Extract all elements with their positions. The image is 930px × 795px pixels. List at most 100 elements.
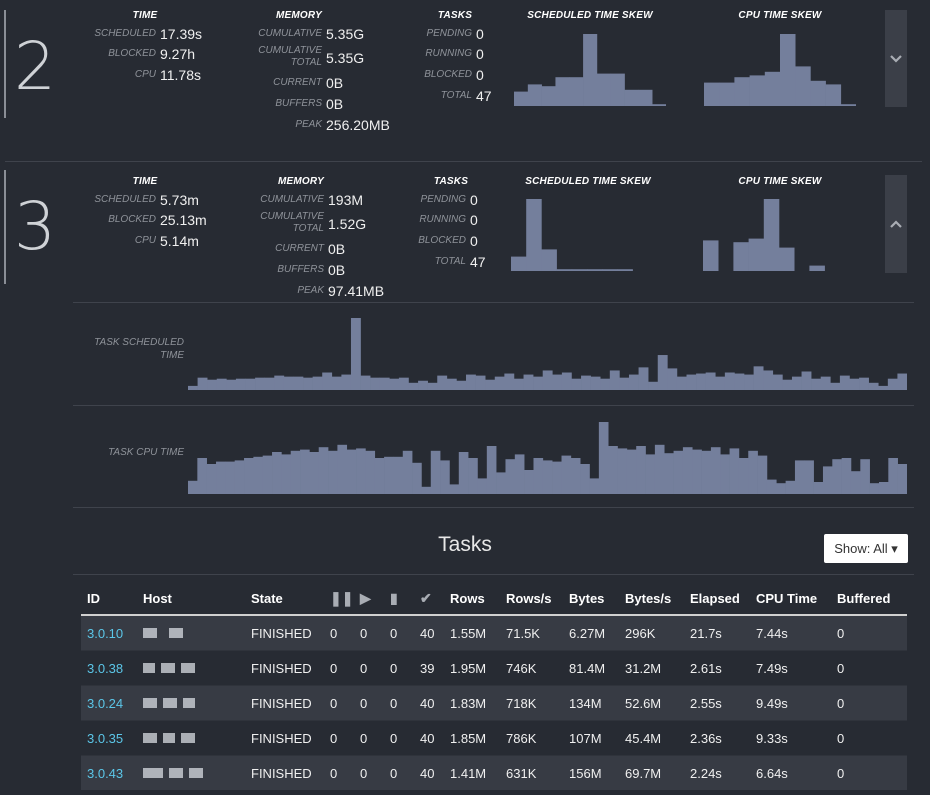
table-row[interactable]: 3.0.35 FINISHED 0 0 0 40 1.85M 786K 107M 45.4M 2.3… xyxy=(81,720,907,756)
histogram-bar xyxy=(446,378,457,390)
histogram-bar xyxy=(290,450,301,494)
histogram-bar xyxy=(360,375,371,390)
histogram-bar xyxy=(513,378,524,390)
histogram-bar xyxy=(283,376,294,390)
histogram-bar xyxy=(763,199,780,271)
task-state: FINISHED xyxy=(245,650,324,686)
task-cpu-time-chart xyxy=(188,422,907,494)
current-value: 0B xyxy=(328,241,346,257)
task-id-link[interactable]: 3.0.38 xyxy=(81,650,137,686)
histogram-bar xyxy=(617,448,628,494)
col-rows-per-sec[interactable]: Rows/s xyxy=(500,583,563,616)
stage-3-panel: 3 TIME SCHEDULED 5.73m BLOCKED 25.13m CP… xyxy=(0,166,922,306)
col-finished[interactable]: ✔ xyxy=(414,583,444,616)
cumulative-total-label: CUMULATIVE TOTAL xyxy=(258,45,322,68)
col-state[interactable]: State xyxy=(245,583,324,616)
histogram-bar xyxy=(811,378,822,390)
histogram-bar xyxy=(795,66,811,106)
task-id-link[interactable]: 3.0.43 xyxy=(81,755,137,790)
histogram-bar xyxy=(734,373,745,390)
task-rows: 1.85M xyxy=(444,720,500,756)
task-bytes: 107M xyxy=(563,720,619,756)
table-row[interactable]: 3.0.38 FINISHED 0 0 0 39 1.95M 746K 81.4M 31.2M 2.… xyxy=(81,650,907,686)
expand-toggle[interactable] xyxy=(885,175,907,273)
histogram-bar xyxy=(458,452,469,494)
table-header-row: ID Host State ❚❚ ▶ ▮ ✔ Rows Rows/s Bytes… xyxy=(81,583,907,616)
collapse-toggle[interactable] xyxy=(885,10,907,107)
task-buffered: 0 xyxy=(831,614,907,651)
histogram-bar xyxy=(748,450,758,494)
histogram-bar xyxy=(552,374,563,390)
task-bytes-per-sec: 31.2M xyxy=(619,650,684,686)
histogram-bar xyxy=(555,77,570,106)
col-elapsed[interactable]: Elapsed xyxy=(684,583,750,616)
task-queued: 0 xyxy=(324,755,354,790)
table-row[interactable]: 3.0.43 FINISHED 0 0 0 40 1.41M 631K 156M 69.7M 2.2… xyxy=(81,755,907,790)
col-queued[interactable]: ❚❚ xyxy=(324,583,354,616)
task-buffered: 0 xyxy=(831,650,907,686)
col-blocked[interactable]: ▮ xyxy=(384,583,414,616)
histogram-bar xyxy=(636,446,646,494)
task-id-link[interactable]: 3.0.10 xyxy=(81,614,137,651)
histogram-bar xyxy=(408,382,419,390)
task-rows-per-sec: 71.5K xyxy=(500,614,563,651)
histogram-bar xyxy=(188,480,198,494)
cpu-value: 5.14m xyxy=(160,233,199,249)
cpu-skew-chart xyxy=(704,34,856,106)
histogram-bar xyxy=(245,378,256,390)
histogram-bar xyxy=(561,455,572,494)
histogram-bar xyxy=(619,377,630,390)
task-id-link[interactable]: 3.0.35 xyxy=(81,720,137,756)
cumulative-total-value: 5.35G xyxy=(326,50,365,66)
histogram-bar xyxy=(692,449,702,494)
histogram-bar xyxy=(791,376,802,390)
histogram-bar xyxy=(524,470,534,494)
histogram-bar xyxy=(839,375,850,390)
histogram-bar xyxy=(638,367,649,390)
histogram-bar xyxy=(418,380,428,390)
table-row[interactable]: 3.0.24 FINISHED 0 0 0 40 1.83M 718K 134M 52.6M 2.5… xyxy=(81,685,907,721)
task-state: FINISHED xyxy=(245,720,324,756)
task-queued: 0 xyxy=(324,685,354,721)
col-bytes-per-sec[interactable]: Bytes/s xyxy=(619,583,684,616)
histogram-bar xyxy=(379,377,390,390)
histogram-bar xyxy=(682,447,693,494)
cpu-label: CPU xyxy=(134,235,156,246)
histogram-bar xyxy=(527,84,542,106)
show-filter-dropdown[interactable]: Show: All ▾ xyxy=(824,534,908,563)
col-id[interactable]: ID xyxy=(81,583,137,616)
col-cpu-time[interactable]: CPU Time xyxy=(750,583,831,616)
histogram-bar xyxy=(541,86,556,106)
histogram-bar xyxy=(766,479,777,494)
task-scheduled-time-label: TASK SCHEDULED TIME xyxy=(94,337,184,361)
col-buffered[interactable]: Buffered xyxy=(831,583,907,616)
stage-number: 2 xyxy=(4,10,64,118)
histogram-bar xyxy=(456,380,467,390)
chart-divider xyxy=(73,507,914,508)
histogram-bar xyxy=(197,458,207,494)
task-rows-per-sec: 746K xyxy=(500,650,563,686)
task-id-link[interactable]: 3.0.24 xyxy=(81,685,137,721)
memory-header: MEMORY xyxy=(275,10,323,21)
histogram-bar xyxy=(274,375,285,390)
histogram-bar xyxy=(860,459,870,494)
col-host[interactable]: Host xyxy=(137,583,245,616)
histogram-bar xyxy=(701,450,712,494)
histogram-bar xyxy=(262,455,273,494)
histogram-bar xyxy=(374,458,385,494)
scheduled-value: 17.39s xyxy=(160,26,203,42)
histogram-bar xyxy=(813,482,824,494)
histogram-bar xyxy=(542,460,553,494)
histogram-bar xyxy=(300,449,310,494)
cumulative-value: 5.35G xyxy=(326,26,365,42)
table-row[interactable]: 3.0.10 FINISHED 0 0 0 40 1.55M 71.5K 6.27M 296K 21… xyxy=(81,614,907,651)
histogram-bar xyxy=(365,450,376,494)
histogram-bar xyxy=(822,466,833,494)
task-running: 0 xyxy=(354,720,384,756)
col-rows[interactable]: Rows xyxy=(444,583,500,616)
histogram-bar xyxy=(648,381,659,390)
histogram-bar xyxy=(794,460,805,494)
col-running[interactable]: ▶ xyxy=(354,583,384,616)
cpu-skew-chart xyxy=(703,199,825,271)
col-bytes[interactable]: Bytes xyxy=(563,583,619,616)
